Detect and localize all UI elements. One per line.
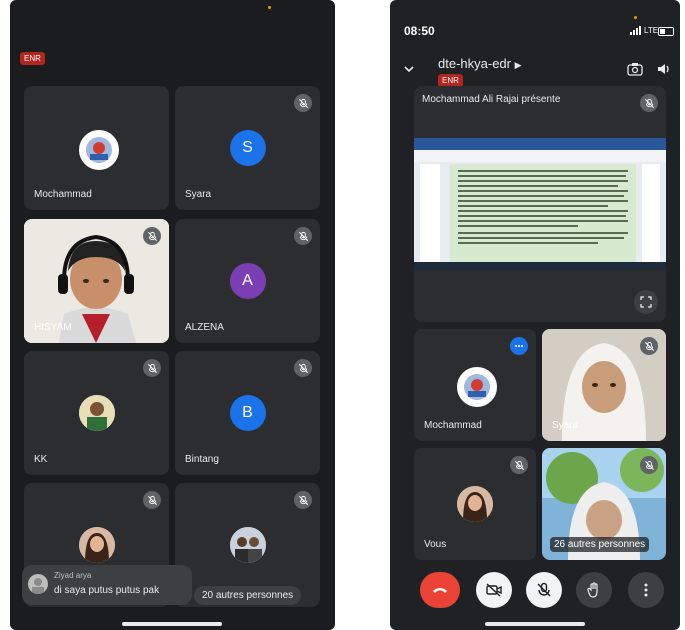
avatar — [229, 527, 266, 563]
network-label: LTE — [644, 26, 659, 35]
participant-name: Vous — [424, 539, 447, 550]
others-count: 26 autres personnes — [550, 537, 650, 552]
home-indicator — [485, 622, 585, 626]
participant-name: Syara — [552, 420, 579, 431]
end-call-button[interactable] — [420, 572, 460, 608]
participant-name: HISYAM — [34, 322, 72, 333]
participant-tile[interactable]: S Syara — [175, 86, 320, 210]
mic-off-icon — [537, 582, 551, 597]
avatar — [78, 130, 119, 170]
speaking-indicator-icon — [510, 337, 528, 355]
status-dot — [268, 6, 271, 9]
fullscreen-icon[interactable] — [634, 290, 658, 314]
avatar — [457, 367, 497, 407]
participant-name: Mochammad — [424, 420, 482, 431]
participant-name: ALZENA — [185, 322, 224, 333]
mic-off-icon — [640, 337, 658, 355]
avatar — [78, 527, 115, 563]
speaker-icon[interactable] — [656, 62, 672, 81]
camera-toggle-button[interactable] — [476, 572, 512, 608]
raise-hand-button[interactable] — [576, 572, 612, 608]
video-off-icon — [486, 583, 502, 597]
presenting-label: Mochammad Ali Rajai présente — [422, 94, 561, 105]
right-phone-screen: 08:50 LTE dte-hkya-edr ▶ ENR Mochammad A… — [390, 0, 680, 630]
mic-off-icon — [294, 227, 312, 245]
mic-off-icon — [143, 491, 161, 509]
participant-tile[interactable]: A ALZENA — [175, 219, 320, 343]
meeting-code-label: dte-hkya-edr — [438, 56, 511, 71]
mic-off-icon — [640, 456, 658, 474]
participant-name: Bintang — [185, 454, 219, 465]
battery-icon — [658, 27, 674, 36]
mic-off-icon — [510, 456, 528, 474]
participant-tile[interactable]: KK — [24, 351, 169, 475]
raise-hand-icon — [587, 582, 598, 598]
signal-icon — [630, 26, 641, 35]
mic-off-icon — [640, 94, 658, 112]
avatar — [457, 486, 493, 522]
meeting-code[interactable]: dte-hkya-edr ▶ — [438, 56, 522, 71]
avatar: A — [229, 263, 266, 299]
left-phone-screen: ENR Mochammad S Syara HISYAM A ALZENA KK… — [10, 0, 335, 630]
others-tile[interactable]: 26 autres personnes — [542, 448, 666, 560]
participant-tile[interactable]: Vous — [414, 448, 536, 560]
home-indicator — [122, 622, 222, 626]
status-dot — [634, 16, 637, 19]
mic-off-icon — [143, 359, 161, 377]
recording-badge: ENR — [20, 52, 45, 65]
mic-off-icon — [294, 94, 312, 112]
more-options-button[interactable] — [628, 572, 664, 608]
presentation-tile[interactable]: Mochammad Ali Rajai présente — [414, 86, 666, 322]
participant-video-tile[interactable]: HISYAM — [24, 219, 169, 343]
mic-off-icon — [294, 359, 312, 377]
mic-off-icon — [143, 227, 161, 245]
participant-name: Syara — [185, 189, 212, 200]
more-options-icon — [644, 583, 648, 597]
camera-flip-icon[interactable] — [627, 62, 643, 81]
avatar — [78, 395, 115, 431]
mic-off-icon — [294, 491, 312, 509]
chat-toast[interactable]: Ziyad arya di saya putus putus pak — [22, 565, 192, 605]
participant-video-tile[interactable]: Syara — [542, 329, 666, 441]
chevron-down-icon[interactable] — [402, 62, 416, 81]
mic-toggle-button[interactable] — [526, 572, 562, 608]
others-count[interactable]: 20 autres personnes — [194, 586, 302, 605]
shared-screen — [414, 138, 666, 270]
avatar: B — [229, 395, 266, 431]
participant-tile[interactable]: Mochammad — [414, 329, 536, 441]
chat-sender: Ziyad arya — [54, 571, 92, 580]
end-call-icon — [433, 588, 447, 593]
avatar: S — [229, 130, 266, 166]
participant-tile[interactable]: B Bintang — [175, 351, 320, 475]
avatar — [28, 574, 48, 594]
participant-name: KK — [34, 454, 48, 465]
chat-message: di saya putus putus pak — [54, 585, 160, 596]
participant-name: Mochammad — [34, 189, 92, 200]
caret-right-icon: ▶ — [514, 60, 522, 70]
status-time: 08:50 — [404, 24, 435, 38]
participant-tile[interactable]: Mochammad — [24, 86, 169, 210]
